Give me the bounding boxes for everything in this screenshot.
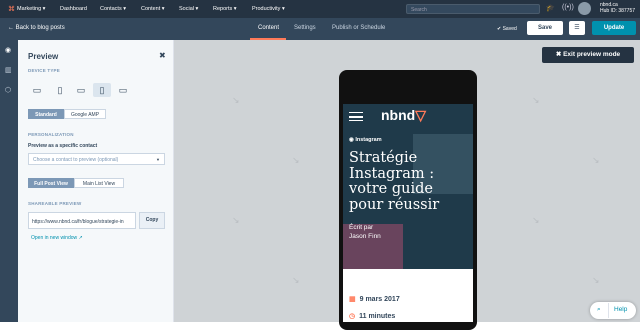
watermark-icon: ↘ <box>532 215 540 225</box>
post-date: ▦ 9 mars 2017 <box>349 295 400 303</box>
list-icon[interactable]: ☰ <box>569 21 585 35</box>
site-logo[interactable]: nbnd▽ <box>381 107 426 124</box>
account-menu[interactable]: nbnd.ca Hub ID: 387757 <box>600 2 635 14</box>
tab-settings[interactable]: Settings <box>294 25 316 31</box>
open-new-label: Open in new window <box>31 235 78 241</box>
mobile-icon[interactable]: ▯ <box>93 83 111 97</box>
divider <box>608 303 609 318</box>
phone-screen: nbnd▽ ◉ Instagram Stratégie Instagram : … <box>343 104 473 322</box>
back-link[interactable]: ← Back to blog posts <box>8 25 65 31</box>
cube-icon[interactable]: ⬡ <box>5 86 11 94</box>
desktop-icon[interactable]: ▭ <box>28 83 46 97</box>
nav-contacts[interactable]: Contacts ▾ <box>100 6 126 12</box>
academy-icon[interactable]: 🎓 <box>546 4 555 12</box>
date-label: 9 mars 2017 <box>359 296 400 303</box>
check-icon: ✔ <box>497 26 502 32</box>
watermark-icon: ↘ <box>292 155 300 165</box>
top-nav: ⌘ Marketing ▾ Dashboard Contacts ▾ Conte… <box>0 0 640 18</box>
watermark-icon: ↘ <box>532 95 540 105</box>
watermark-icon: ↘ <box>592 275 600 285</box>
external-link-icon: ↗ <box>78 235 83 241</box>
help-label: Help <box>614 306 628 313</box>
post-headline: Stratégie Instagram : votre guide pour r… <box>349 150 440 213</box>
avatar[interactable] <box>578 2 591 15</box>
nav-marketing[interactable]: Marketing ▾ <box>17 6 45 12</box>
post-byline: Écrit par Jason Finn <box>349 224 381 240</box>
full-post-toggle[interactable]: Full Post View <box>28 178 74 188</box>
update-button[interactable]: Update <box>592 21 636 35</box>
copy-button[interactable]: Copy <box>139 212 165 229</box>
nav-dashboard[interactable]: Dashboard <box>60 6 87 12</box>
watermark-icon: ↘ <box>232 215 240 225</box>
close-icon: ✖ <box>555 51 562 58</box>
amp-toggle[interactable]: Google AMP <box>64 109 106 119</box>
notifications-icon[interactable]: ((•)) <box>562 4 574 11</box>
post-category[interactable]: ◉ Instagram <box>349 137 382 143</box>
close-icon[interactable]: ✖ <box>159 51 166 60</box>
nav-content[interactable]: Content ▾ <box>141 6 165 12</box>
tab-publish[interactable]: Publish or Schedule <box>332 25 385 31</box>
saved-status: ✔ Saved <box>497 26 517 32</box>
brand-text: nbnd <box>381 107 416 123</box>
panel-title: Preview <box>28 52 59 61</box>
device-type-heading: DEVICE TYPE <box>28 68 60 73</box>
clock-icon: ◷ <box>349 313 356 320</box>
tablet-portrait-icon[interactable]: ▯ <box>51 83 69 97</box>
editor-toolbar: ← Back to blog posts Content Settings Pu… <box>0 18 640 40</box>
pin-icon: ◉ <box>349 137 354 143</box>
menu-icon[interactable] <box>349 112 363 121</box>
watermark-icon: ↘ <box>592 155 600 165</box>
shareable-heading: SHAREABLE PREVIEW <box>28 201 82 206</box>
preview-panel: Preview ✖ DEVICE TYPE ▭ ▯ ▭ ▯ ▭ Standard… <box>18 40 174 322</box>
hero-image: nbnd▽ ◉ Instagram Stratégie Instagram : … <box>343 104 473 269</box>
help-button[interactable]: ⌕ Help <box>590 302 636 319</box>
logo-mark-icon: ▽ <box>415 107 426 123</box>
personalization-heading: PERSONALIZATION <box>28 132 74 137</box>
open-new-window-link[interactable]: Open in new window ↗ <box>31 235 83 241</box>
contact-select[interactable]: Choose a contact to preview (optional) ▼ <box>28 153 165 165</box>
read-time: ◷ 11 minutes <box>349 312 395 320</box>
watermark-icon: ↘ <box>232 95 240 105</box>
standard-toggle[interactable]: Standard <box>28 109 64 119</box>
chevron-down-icon: ▼ <box>156 157 160 162</box>
save-button[interactable]: Save <box>527 21 563 35</box>
nav-productivity[interactable]: Productivity ▾ <box>252 6 285 12</box>
left-rail: ◉ ▥ ⬡ <box>0 40 18 322</box>
nav-reports[interactable]: Reports ▾ <box>213 6 237 12</box>
main-list-toggle[interactable]: Main List View <box>74 178 124 188</box>
hubspot-logo-icon[interactable]: ⌘ <box>8 5 15 13</box>
mobile-landscape-icon[interactable]: ▭ <box>114 83 132 97</box>
chart-icon[interactable]: ▥ <box>5 66 12 74</box>
watermark-icon: ↘ <box>292 275 300 285</box>
hub-id: Hub ID: 387757 <box>600 8 636 14</box>
back-label: Back to blog posts <box>15 25 65 31</box>
saved-label: Saved <box>502 26 517 32</box>
category-label: Instagram <box>355 137 382 143</box>
share-url-field[interactable]: https://www.nbnd.ca/fr/blogue/strategie-… <box>28 212 136 229</box>
contact-placeholder: Choose a contact to preview (optional) <box>33 157 119 163</box>
calendar-icon: ▦ <box>349 296 356 303</box>
search-input[interactable]: Search <box>406 4 540 14</box>
tablet-landscape-icon[interactable]: ▭ <box>72 83 90 97</box>
exit-preview-button[interactable]: ✖ Exit preview mode <box>542 47 634 63</box>
exit-label: Exit preview mode <box>563 51 621 58</box>
preview-as-label: Preview as a specific contact <box>28 143 98 149</box>
arrow-left-icon: ← <box>8 25 14 31</box>
nav-social[interactable]: Social ▾ <box>179 6 198 12</box>
eye-icon[interactable]: ◉ <box>5 46 11 54</box>
read-time-label: 11 minutes <box>359 313 396 320</box>
tab-content[interactable]: Content <box>258 25 279 31</box>
search-icon: ⌕ <box>597 306 601 313</box>
